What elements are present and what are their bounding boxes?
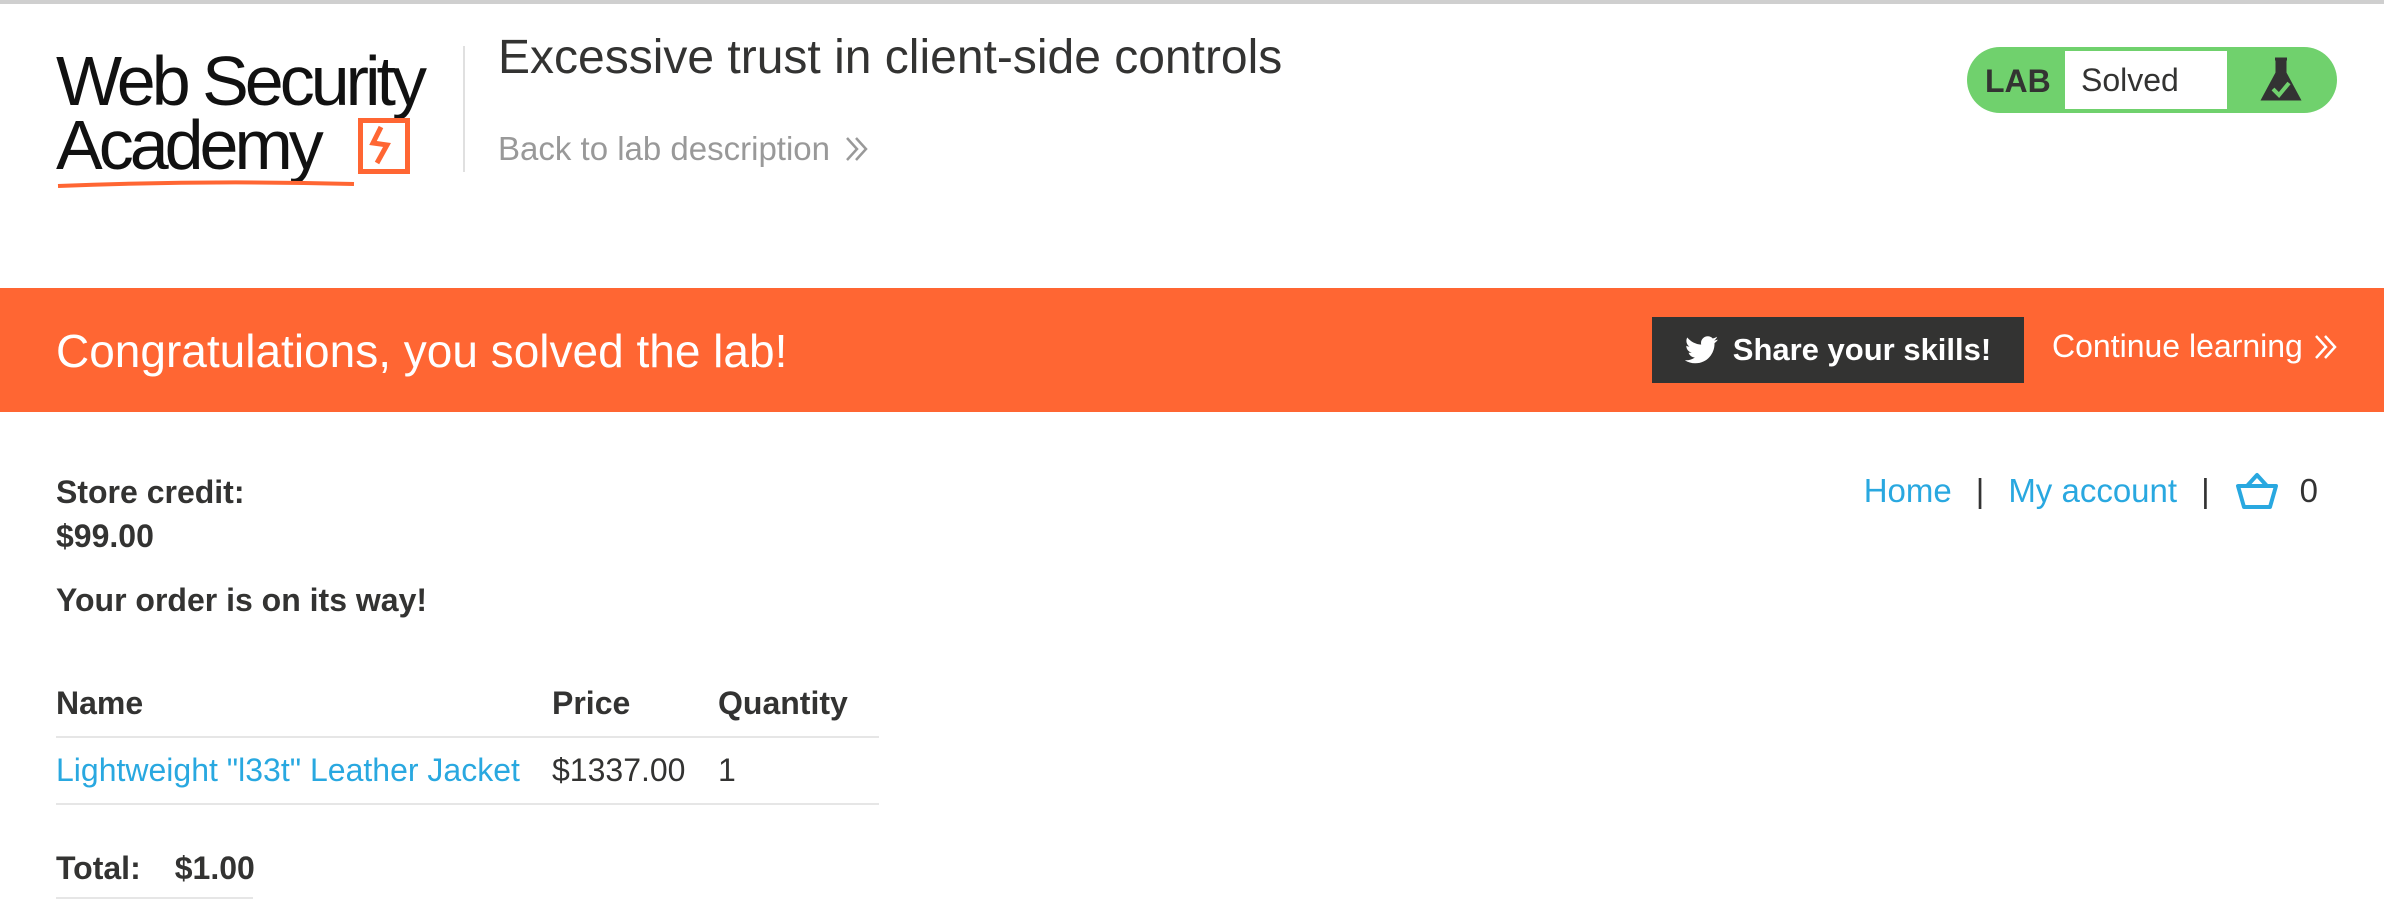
back-to-lab-description-link[interactable]: Back to lab description (498, 130, 870, 168)
logo-text-line2: Academy (56, 106, 324, 184)
cart-link[interactable]: 0 (2234, 472, 2318, 510)
web-security-academy-logo[interactable]: Web Security Academy (56, 46, 466, 192)
continue-learning-label: Continue learning (2052, 328, 2303, 364)
double-chevron-right-icon (846, 137, 868, 161)
column-header-price: Price (552, 674, 718, 738)
continue-learning-link[interactable]: Continue learning (2052, 328, 2339, 365)
lab-badge-label: LAB (1985, 63, 2051, 99)
twitter-icon (1684, 336, 1718, 364)
column-header-quantity: Quantity (718, 674, 879, 738)
solved-banner: Congratulations, you solved the lab! Sha… (0, 288, 2384, 412)
header-divider (463, 46, 465, 172)
back-link-label: Back to lab description (498, 130, 831, 167)
store-credit-label: Store credit: (56, 474, 245, 510)
product-price: $1337.00 (552, 737, 718, 805)
order-status-message: Your order is on its way! (56, 582, 428, 618)
order-table: Name Price Quantity Lightweight "l33t" L… (56, 674, 879, 805)
double-chevron-right-icon (2314, 334, 2337, 359)
flask-icon (2260, 57, 2302, 101)
congratulations-message: Congratulations, you solved the lab! (56, 325, 788, 377)
nav-separator: | (2201, 472, 2210, 509)
lab-status-badge: LAB Solved (1967, 47, 2337, 113)
top-border (0, 0, 2384, 4)
total-label: Total: (56, 850, 141, 886)
logo-lightning-box (358, 118, 410, 174)
cart-count: 0 (2299, 472, 2318, 509)
product-quantity: 1 (718, 737, 879, 805)
product-link[interactable]: Lightweight "l33t" Leather Jacket (56, 752, 520, 788)
logo-underline (57, 180, 355, 188)
table-header-row: Name Price Quantity (56, 674, 879, 738)
total-underline (56, 897, 253, 899)
share-button-label: Share your skills! (1732, 332, 1992, 367)
lab-title: Excessive trust in client-side controls (498, 31, 1283, 84)
cart-icon (2235, 473, 2278, 509)
table-row: Lightweight "l33t" Leather Jacket $1337.… (56, 737, 879, 805)
top-nav: Home | My account | 0 (1864, 472, 2318, 510)
nav-my-account-link[interactable]: My account (2008, 472, 2177, 510)
lab-status-text: Solved (2065, 51, 2227, 109)
nav-separator: | (1975, 472, 1985, 509)
total-value: $1.00 (174, 850, 255, 886)
store-credit-value: $99.00 (56, 518, 154, 554)
share-your-skills-button[interactable]: Share your skills! (1652, 317, 2024, 383)
column-header-name: Name (56, 674, 552, 738)
nav-home-link[interactable]: Home (1864, 472, 1952, 510)
order-total: Total: $1.00 (56, 850, 255, 887)
